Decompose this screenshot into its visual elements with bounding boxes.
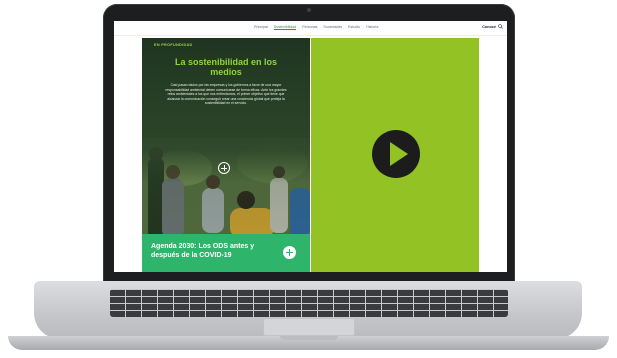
nav-item-estudio[interactable]: Estudio [348,25,360,30]
nav-item-sociedades[interactable]: Sociedades [323,25,342,30]
laptop-keyboard [110,289,508,317]
nav-items: Principal Sostenibilidad Personas Socied… [254,25,378,30]
nav-item-principal[interactable]: Principal [254,25,268,30]
expand-plus-icon[interactable] [218,162,230,174]
nav-cta-button[interactable]: Conocé [482,25,496,29]
webcam [307,8,311,12]
article-summary: Casi pasan dados por las empresas y los … [165,83,287,106]
feature-card: EN PROFUNDIDAD La sostenibilidad en los … [142,38,310,272]
nav-item-historia[interactable]: Historia [366,25,378,30]
video-panel[interactable] [311,38,479,272]
agenda-plus-icon[interactable] [283,246,296,259]
play-icon [390,142,408,166]
section-eyebrow: EN PROFUNDIDAD [154,43,193,47]
nav-item-personas[interactable]: Personas [302,25,317,30]
laptop-screen: Principal Sostenibilidad Personas Socied… [114,21,507,272]
nav-right: Conocé [482,24,503,29]
agenda-title: Agenda 2030: Los ODS antes y después de … [151,243,255,259]
top-navigation: Principal Sostenibilidad Personas Socied… [114,21,507,36]
laptop-notch [280,336,338,340]
play-button[interactable] [372,130,420,178]
laptop-trackpad [263,318,355,336]
agenda-banner[interactable]: Agenda 2030: Los ODS antes y después de … [142,234,310,272]
search-icon[interactable] [498,24,503,29]
article-headline[interactable]: La sostenibilidad en los medios [160,57,292,77]
nav-item-sostenibilidad[interactable]: Sostenibilidad [273,25,297,30]
